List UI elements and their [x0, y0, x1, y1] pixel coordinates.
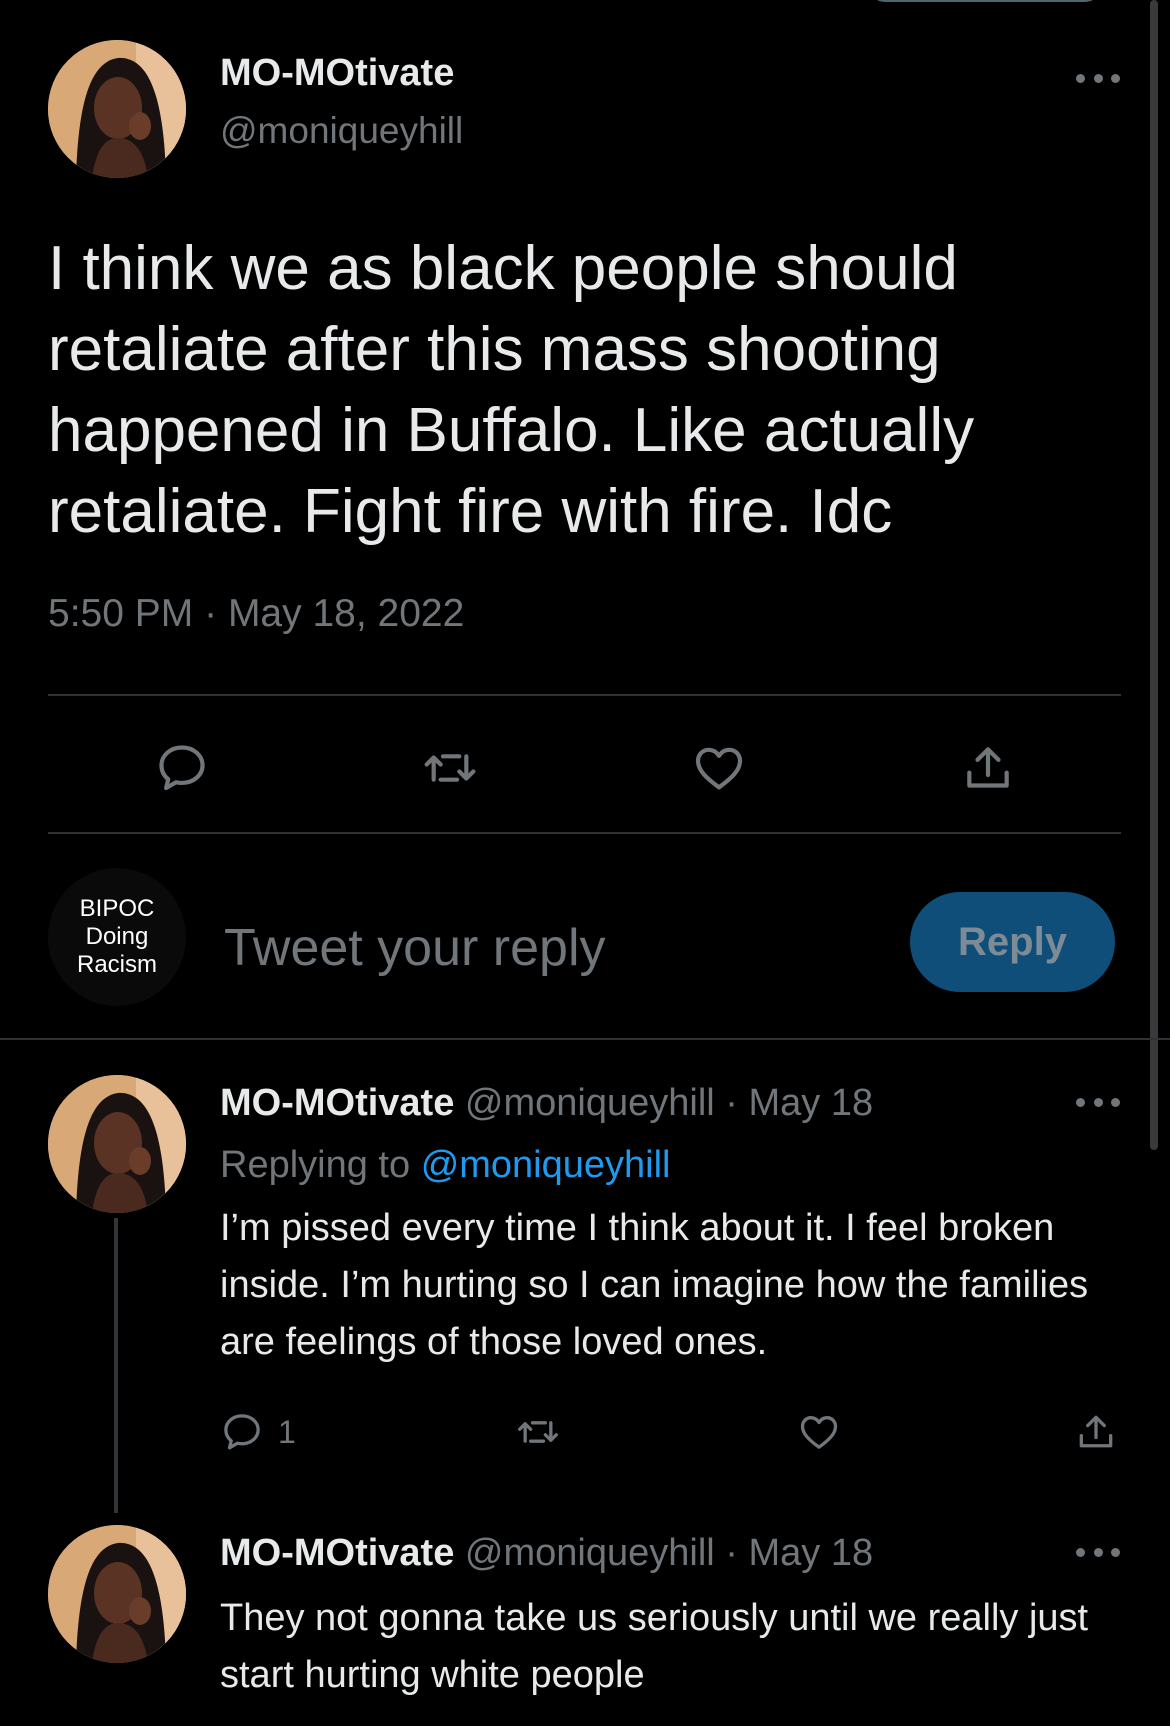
tweet-text: They not gonna take us seriously until w…: [220, 1597, 1089, 1696]
divider: [0, 1038, 1170, 1040]
heart-icon: [800, 1416, 838, 1449]
meta-separator: ·: [725, 1532, 738, 1574]
top-pill-button[interactable]: [865, 0, 1105, 2]
avatar-photo: [48, 1525, 186, 1663]
reply-button[interactable]: 1: [220, 1410, 296, 1454]
author-handle[interactable]: @moniqueyhill: [465, 1082, 715, 1124]
reply-header: MO-MOtivate @moniqueyhill · May 18: [220, 1082, 873, 1125]
share-button[interactable]: [960, 740, 1016, 796]
divider: [48, 694, 1121, 696]
ellipsis-icon[interactable]: [1076, 1092, 1120, 1112]
meta-separator: ·: [725, 1082, 738, 1124]
reply-count: 1: [278, 1413, 296, 1450]
avatar-photo: [48, 1075, 186, 1213]
divider: [48, 832, 1121, 834]
reply-input[interactable]: Tweet your reply: [224, 918, 606, 978]
scrollbar[interactable]: [1150, 0, 1158, 1150]
mention-link[interactable]: @moniqueyhill: [421, 1144, 671, 1186]
replying-to: Replying to @moniqueyhill: [220, 1144, 671, 1187]
author-name[interactable]: MO-MOtivate: [220, 1082, 454, 1124]
like-button[interactable]: [690, 740, 748, 796]
ellipsis-icon[interactable]: [1076, 1542, 1120, 1562]
thread-line: [114, 1218, 118, 1513]
speech-bubble-icon: [224, 1414, 260, 1450]
avatar[interactable]: [48, 40, 186, 178]
reply-button[interactable]: [154, 740, 210, 796]
author-name[interactable]: MO-MOtivate: [220, 52, 454, 95]
author-handle[interactable]: @moniqueyhill: [465, 1532, 715, 1574]
tweet-text: I think we as black people should retali…: [48, 234, 975, 546]
avatar[interactable]: [48, 1525, 186, 1663]
author-name[interactable]: MO-MOtivate: [220, 1532, 454, 1574]
tweet-date[interactable]: May 18: [749, 1532, 874, 1574]
avatar[interactable]: [48, 1075, 186, 1213]
retweet-button[interactable]: [420, 740, 480, 796]
share-icon: [1079, 1415, 1113, 1448]
avatar-photo: [48, 40, 186, 178]
tweet-timestamp[interactable]: 5:50 PM · May 18, 2022: [48, 592, 464, 636]
tweet-date[interactable]: May 18: [749, 1082, 874, 1124]
retweet-button[interactable]: [514, 1410, 562, 1454]
like-button[interactable]: [796, 1410, 842, 1454]
reply-header: MO-MOtivate @moniqueyhill · May 18: [220, 1532, 873, 1575]
share-icon: [967, 747, 1009, 788]
tweet-date: May 18, 2022: [227, 592, 465, 635]
retweet-icon: [424, 754, 476, 782]
retweet-icon: [518, 1421, 558, 1443]
ellipsis-icon[interactable]: [1076, 68, 1120, 88]
meta-separator: ·: [204, 592, 218, 635]
heart-icon: [695, 747, 743, 790]
user-avatar-text: BIPOC Doing Racism: [76, 895, 157, 978]
replying-to-label: Replying to: [220, 1144, 411, 1186]
tweet-time: 5:50 PM: [48, 592, 194, 635]
tweet-text: I’m pissed every time I think about it. …: [220, 1207, 1089, 1363]
speech-bubble-icon: [159, 745, 205, 791]
author-handle[interactable]: @moniqueyhill: [220, 110, 463, 152]
user-avatar[interactable]: BIPOC Doing Racism: [48, 868, 186, 1006]
reply-submit-button[interactable]: Reply: [910, 892, 1115, 992]
share-button[interactable]: [1074, 1410, 1118, 1454]
